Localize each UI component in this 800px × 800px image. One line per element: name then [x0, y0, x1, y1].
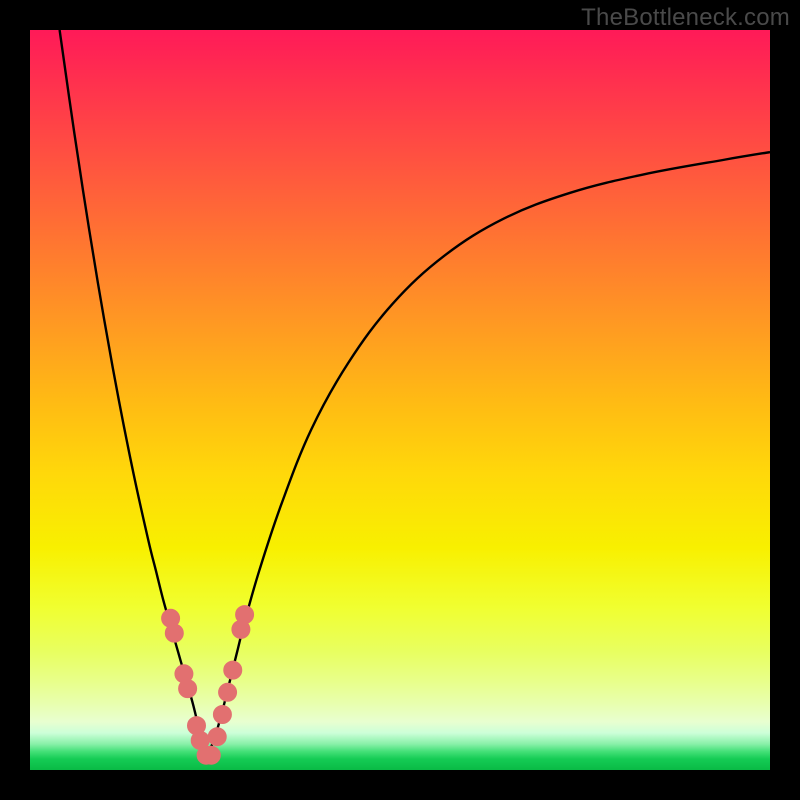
curve-left-branch	[60, 30, 208, 755]
marker-dot	[208, 728, 226, 746]
marker-dot	[219, 683, 237, 701]
marker-dot	[202, 746, 220, 764]
marker-dot	[165, 624, 183, 642]
marker-dot	[213, 706, 231, 724]
chart-svg	[30, 30, 770, 770]
marker-dot	[236, 606, 254, 624]
marker-dot	[179, 680, 197, 698]
marker-dot	[224, 661, 242, 679]
watermark-text: TheBottleneck.com	[581, 4, 790, 32]
marker-dots	[162, 606, 254, 765]
chart-frame: TheBottleneck.com	[0, 0, 800, 800]
curve-right-branch	[208, 152, 770, 755]
plot-area	[30, 30, 770, 770]
